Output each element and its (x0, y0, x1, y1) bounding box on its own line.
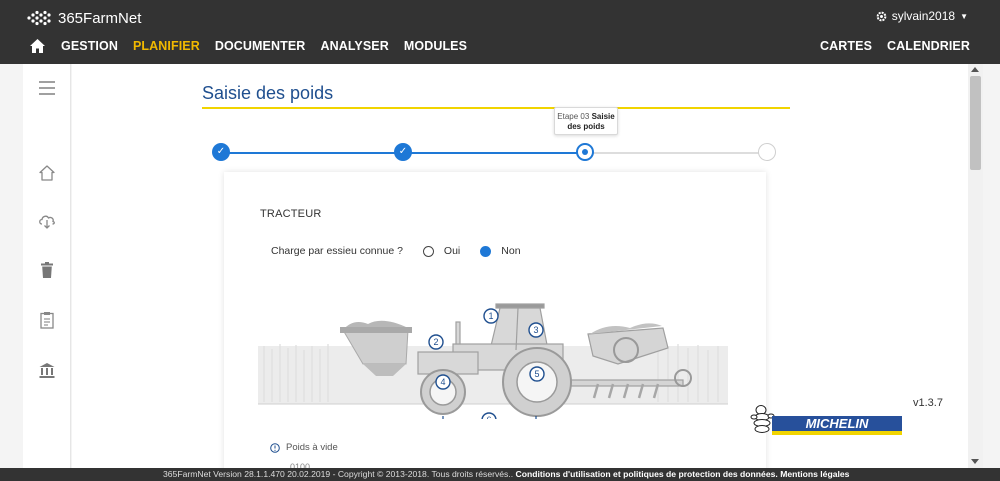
nav-cartes[interactable]: CARTES (820, 39, 872, 53)
nav-documenter[interactable]: DOCUMENTER (215, 39, 306, 53)
scroll-thumb[interactable] (970, 76, 981, 170)
rear-wheel (502, 347, 572, 417)
scroll-up-arrow-icon[interactable] (971, 67, 979, 72)
clipboard-icon[interactable] (37, 310, 57, 330)
step-tooltip: Etape 03 Saisie des poids (554, 107, 618, 135)
marker-6: 6 (481, 412, 497, 419)
home-outline-icon[interactable] (37, 163, 57, 183)
marker-4-label: 4 (440, 377, 445, 387)
axle-load-question: Charge par essieu connue ? Oui Non (271, 245, 521, 257)
form-card: TRACTEUR Charge par essieu connue ? Oui … (224, 172, 766, 468)
secondary-nav: CARTES CALENDRIER (805, 36, 970, 56)
menu-icon[interactable] (37, 78, 57, 98)
cloud-download-icon[interactable] (37, 211, 57, 231)
marker-5-label: 5 (534, 369, 539, 379)
vertical-scrollbar[interactable] (968, 64, 983, 468)
scroll-down-arrow-icon[interactable] (971, 459, 979, 464)
marker-6-label: 6 (486, 415, 491, 419)
nav-gestion[interactable]: GESTION (61, 39, 118, 53)
user-name: sylvain2018 (891, 9, 956, 23)
radio-oui-label[interactable]: Oui (444, 245, 460, 257)
title-divider (202, 107, 790, 109)
marker-2-label: 2 (433, 337, 438, 347)
footer-copyright: 365FarmNet Version 28.1.1.470 20.02.2019… (163, 469, 514, 479)
marker-1: 1 (483, 308, 499, 324)
michelin-logo: MICHELIN (750, 405, 902, 435)
question-label: Charge par essieu connue ? (271, 245, 403, 257)
radio-non[interactable] (480, 245, 492, 257)
main-nav: GESTION PLANIFIER DOCUMENTER ANALYSER MO… (29, 36, 482, 56)
marker-3-label: 3 (533, 325, 538, 335)
bibendum-icon (750, 405, 775, 433)
chevron-down-icon: ▼ (960, 11, 968, 21)
tooltip-step-number: Etape 03 (557, 112, 590, 121)
marker-4: 4 (435, 374, 451, 390)
home-icon[interactable] (29, 38, 46, 54)
step-1-complete[interactable]: ✓ (212, 143, 230, 161)
radio-oui[interactable] (422, 245, 434, 257)
nav-calendrier[interactable]: CALENDRIER (887, 39, 970, 53)
sidebar (23, 64, 71, 468)
user-menu[interactable]: sylvain2018 ▼ (876, 9, 968, 23)
info-icon (270, 442, 280, 453)
top-bar: 365FarmNet sylvain2018 ▼ GESTION PLANIFI… (0, 0, 1000, 64)
empty-weight-text: Poids à vide (286, 442, 338, 453)
footer: 365FarmNet Version 28.1.1.470 20.02.2019… (0, 468, 1000, 481)
brand-logo[interactable]: 365FarmNet (26, 8, 141, 28)
page-title: Saisie des poids (202, 83, 334, 103)
michelin-wordmark: MICHELIN (806, 416, 869, 431)
brand-name: 365FarmNet (58, 9, 142, 27)
tractor-weight-diagram: 1 2 3 4 5 6 (258, 303, 728, 419)
nav-planifier[interactable]: PLANIFIER (133, 39, 200, 53)
empty-weight-label: Poids à vide (270, 442, 338, 453)
footer-legal-link[interactable]: Mentions légales (780, 469, 849, 479)
step-4-pending[interactable] (758, 143, 776, 161)
marker-1-label: 1 (488, 311, 493, 321)
step-3-current[interactable] (576, 143, 594, 161)
stepper: ✓ ✓ (212, 142, 778, 164)
version-label: v1.3.7 (913, 397, 943, 409)
stepper-remaining-line (585, 152, 768, 154)
marker-3: 3 (528, 322, 544, 338)
nav-analyser[interactable]: ANALYSER (320, 39, 388, 53)
trash-icon[interactable] (37, 260, 57, 280)
main-content: Saisie des poids ✓ ✓ Etape 03 Saisie des… (72, 64, 968, 468)
footer-terms-link[interactable]: Conditions d'utilisation et politiques d… (516, 469, 778, 479)
radio-non-label[interactable]: Non (501, 245, 520, 257)
farmnet-logo-icon (27, 10, 51, 26)
section-title: TRACTEUR (260, 208, 322, 220)
step-2-complete[interactable]: ✓ (394, 143, 412, 161)
bank-icon[interactable] (37, 360, 57, 380)
marker-5: 5 (529, 366, 545, 382)
nav-modules[interactable]: MODULES (404, 39, 467, 53)
gear-icon (876, 11, 887, 21)
marker-2: 2 (428, 334, 444, 350)
